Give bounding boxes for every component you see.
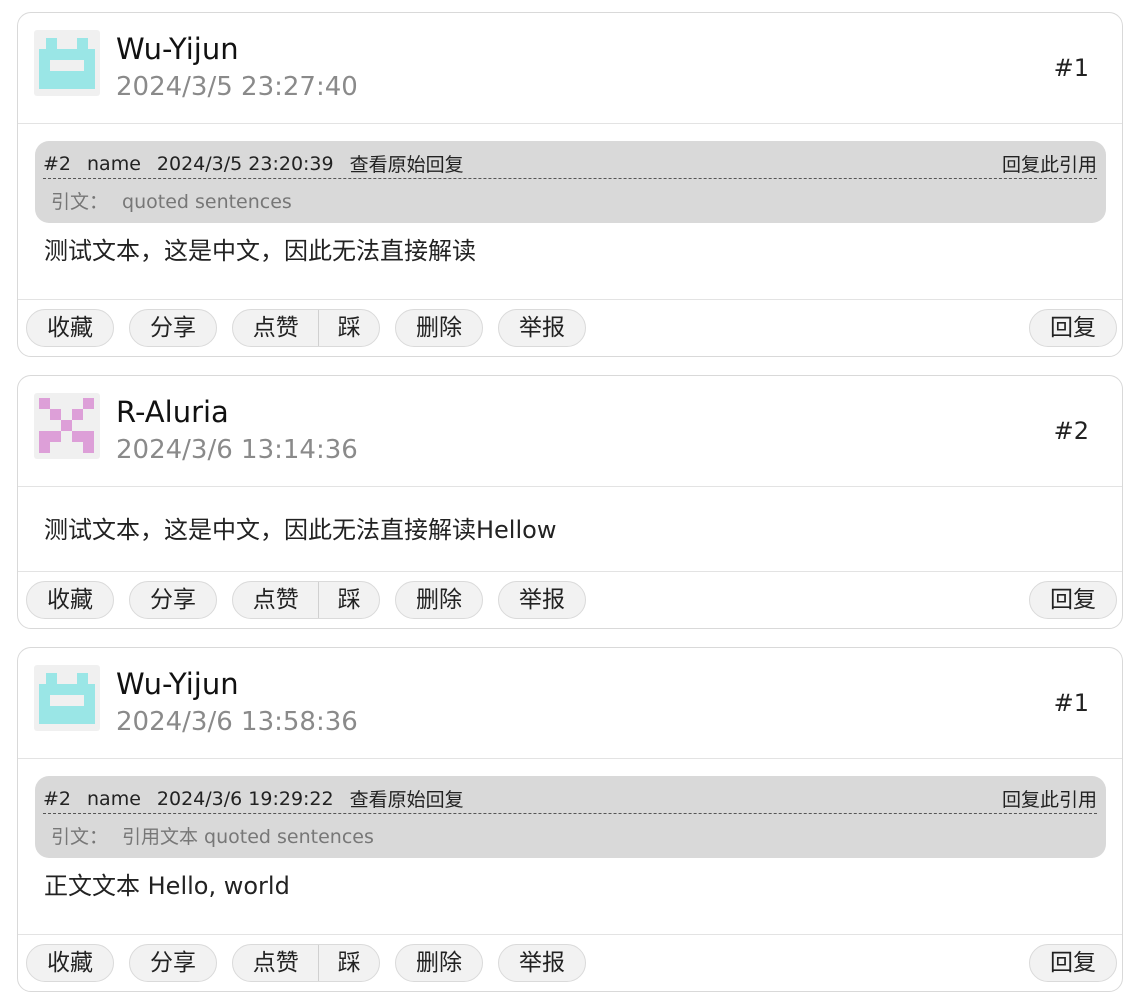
- like-button[interactable]: 点赞: [233, 310, 318, 346]
- floor-number: #2: [1053, 417, 1089, 445]
- comment-body: #2 name 2024/3/6 19:29:22 查看原始回复 回复此引用 引…: [18, 776, 1122, 901]
- post-time: 2024/3/5 23:27:40: [116, 72, 358, 102]
- quote-block: #2 name 2024/3/5 23:20:39 查看原始回复 回复此引用 引…: [35, 141, 1106, 223]
- reply-to-quote-link[interactable]: 回复此引用: [1002, 150, 1097, 177]
- reply-button[interactable]: 回复: [1029, 944, 1117, 982]
- quote-content: 引文： 引用文本 quoted sentences: [43, 822, 1097, 849]
- reply-button[interactable]: 回复: [1029, 581, 1117, 619]
- share-button[interactable]: 分享: [129, 309, 217, 347]
- comment-body: #2 name 2024/3/5 23:20:39 查看原始回复 回复此引用 引…: [18, 141, 1122, 266]
- view-original-reply-link[interactable]: 查看原始回复: [350, 785, 464, 812]
- pixel-pattern-avatar-icon: [39, 398, 94, 453]
- report-button[interactable]: 举报: [498, 581, 586, 619]
- username[interactable]: Wu-Yijun: [116, 31, 239, 67]
- comment-header: Wu-Yijun 2024/3/6 13:58:36 #1: [18, 648, 1122, 759]
- quote-time: 2024/3/6 19:29:22: [156, 787, 334, 810]
- vote-group: 点赞 踩: [232, 581, 380, 619]
- comment-text: 测试文本，这是中文，因此无法直接解读: [44, 237, 476, 265]
- avatar[interactable]: [34, 30, 100, 96]
- report-button[interactable]: 举报: [498, 944, 586, 982]
- reply-to-quote-link[interactable]: 回复此引用: [1002, 785, 1097, 812]
- collect-button[interactable]: 收藏: [26, 944, 114, 982]
- dislike-button[interactable]: 踩: [318, 310, 379, 346]
- report-button[interactable]: 举报: [498, 309, 586, 347]
- comment-card: R-Aluria 2024/3/6 13:14:36 #2 测试文本，这是中文，…: [17, 375, 1123, 629]
- comment-body: 测试文本，这是中文，因此无法直接解读Hellow: [18, 515, 1122, 545]
- action-bar: 收藏 分享 点赞 踩 删除 举报 回复: [18, 571, 1122, 628]
- reply-button[interactable]: 回复: [1029, 309, 1117, 347]
- comment-card: Wu-Yijun 2024/3/6 13:58:36 #1 #2 name 20…: [17, 647, 1123, 992]
- quote-header: #2 name 2024/3/6 19:29:22 查看原始回复 回复此引用: [43, 784, 1097, 814]
- comment-header: Wu-Yijun 2024/3/5 23:27:40 #1: [18, 13, 1122, 124]
- view-original-reply-link[interactable]: 查看原始回复: [350, 150, 464, 177]
- comment-thread: Wu-Yijun 2024/3/5 23:27:40 #1 #2 name 20…: [0, 0, 1131, 1007]
- quote-label: 引文：: [51, 191, 109, 213]
- quote-label: 引文：: [51, 826, 109, 848]
- quote-text: 引用文本 quoted sentences: [122, 826, 374, 848]
- action-bar: 收藏 分享 点赞 踩 删除 举报 回复: [18, 299, 1122, 356]
- username[interactable]: Wu-Yijun: [116, 666, 239, 702]
- quote-time: 2024/3/5 23:20:39: [156, 152, 334, 175]
- username[interactable]: R-Aluria: [116, 394, 229, 430]
- vote-group: 点赞 踩: [232, 309, 380, 347]
- delete-button[interactable]: 删除: [395, 581, 483, 619]
- dislike-button[interactable]: 踩: [318, 582, 379, 618]
- quote-block: #2 name 2024/3/6 19:29:22 查看原始回复 回复此引用 引…: [35, 776, 1106, 858]
- avatar[interactable]: [34, 393, 100, 459]
- avatar[interactable]: [34, 665, 100, 731]
- quote-author: name: [87, 787, 141, 810]
- comment-header: R-Aluria 2024/3/6 13:14:36 #2: [18, 376, 1122, 487]
- floor-number: #1: [1053, 54, 1089, 82]
- comment-card: Wu-Yijun 2024/3/5 23:27:40 #1 #2 name 20…: [17, 12, 1123, 357]
- robot-pixel-avatar-icon: [39, 673, 95, 724]
- delete-button[interactable]: 删除: [395, 309, 483, 347]
- share-button[interactable]: 分享: [129, 581, 217, 619]
- quote-floor: #2: [43, 787, 72, 810]
- like-button[interactable]: 点赞: [233, 945, 318, 981]
- quote-author: name: [87, 152, 141, 175]
- share-button[interactable]: 分享: [129, 944, 217, 982]
- post-time: 2024/3/6 13:14:36: [116, 435, 358, 465]
- quote-content: 引文： quoted sentences: [43, 187, 1097, 214]
- action-bar: 收藏 分享 点赞 踩 删除 举报 回复: [18, 934, 1122, 991]
- robot-pixel-avatar-icon: [39, 38, 95, 89]
- floor-number: #1: [1053, 689, 1089, 717]
- delete-button[interactable]: 删除: [395, 944, 483, 982]
- vote-group: 点赞 踩: [232, 944, 380, 982]
- quote-floor: #2: [43, 152, 72, 175]
- dislike-button[interactable]: 踩: [318, 945, 379, 981]
- comment-text: 测试文本，这是中文，因此无法直接解读Hellow: [44, 516, 557, 544]
- quote-text: quoted sentences: [122, 191, 292, 213]
- like-button[interactable]: 点赞: [233, 582, 318, 618]
- post-time: 2024/3/6 13:58:36: [116, 707, 358, 737]
- collect-button[interactable]: 收藏: [26, 309, 114, 347]
- collect-button[interactable]: 收藏: [26, 581, 114, 619]
- quote-header: #2 name 2024/3/5 23:20:39 查看原始回复 回复此引用: [43, 149, 1097, 179]
- comment-text: 正文文本 Hello, world: [44, 872, 290, 900]
